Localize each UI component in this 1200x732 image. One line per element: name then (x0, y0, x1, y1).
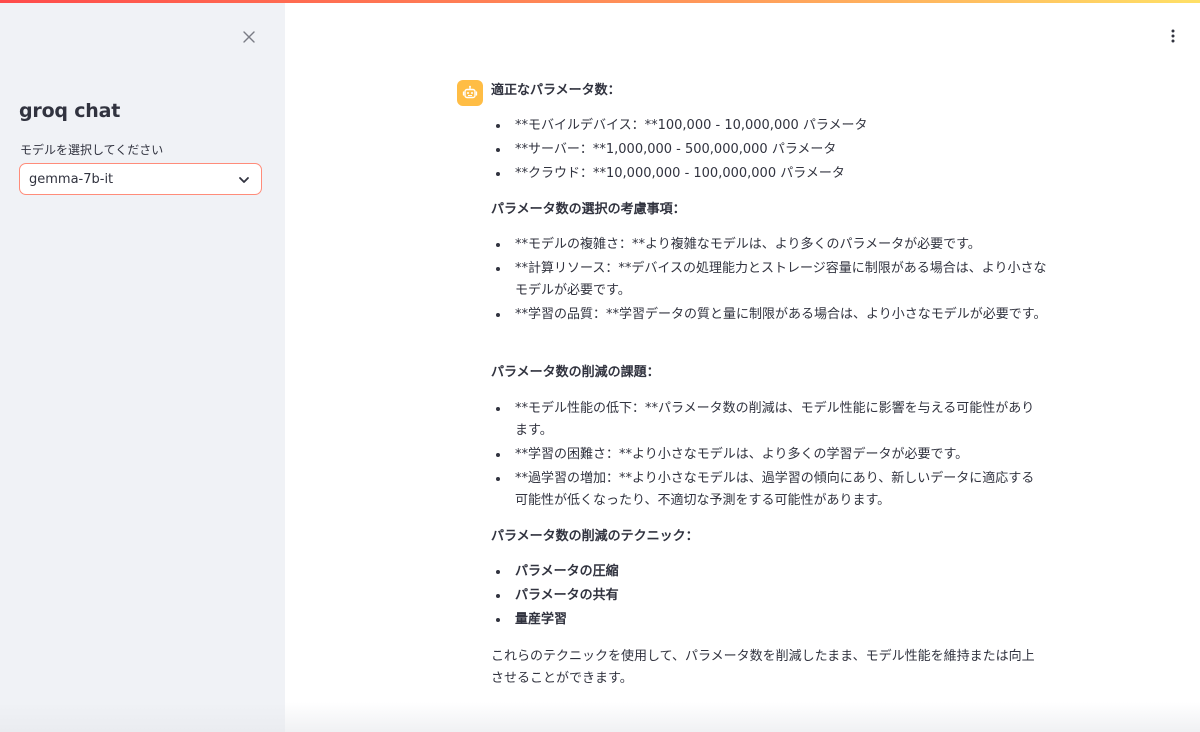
model-select[interactable]: gemma-7b-it (19, 163, 262, 195)
model-select-value: gemma-7b-it (29, 171, 114, 187)
top-accent-bar (0, 0, 1200, 3)
section-heading: パラメータ数の削減の課題： (491, 365, 660, 380)
section-list: **モデルの複雑さ：**より複雑なモデルは、より多くのパラメータが必要です。 *… (491, 234, 1047, 328)
close-icon (243, 31, 255, 43)
list-item: **学習の困難さ：**より小さなモデルは、より多くの学習データが必要です。 (491, 444, 1047, 466)
app-title: groq chat (19, 100, 121, 122)
list-item: **クラウド：**10,000,000 - 100,000,000 パラメータ (491, 163, 1047, 185)
list-item: 量産学習 (491, 609, 1047, 631)
sidebar: groq chat モデルを選択してください gemma-7b-it (0, 0, 285, 732)
kebab-menu-icon (1171, 29, 1175, 43)
close-sidebar-button[interactable] (238, 26, 260, 48)
section-heading: パラメータ数の削減のテクニック： (491, 529, 699, 544)
section-heading: パラメータ数の選択の考慮事項： (491, 202, 686, 217)
list-item: パラメータの共有 (491, 585, 1047, 607)
section-list: パラメータの圧縮 パラメータの共有 量産学習 (491, 561, 1047, 633)
section-list: **モデル性能の低下：**パラメータ数の削減は、モデル性能に影響を与える可能性が… (491, 398, 1047, 514)
section-heading: 適正なパラメータ数： (491, 83, 621, 98)
chevron-down-icon (239, 177, 249, 183)
list-item: パラメータの圧縮 (491, 561, 1047, 583)
list-item: **モデル性能の低下：**パラメータ数の削減は、モデル性能に影響を与える可能性が… (491, 398, 1047, 442)
main-menu-button[interactable] (1163, 26, 1183, 46)
list-item: **計算リソース：**デバイスの処理能力とストレージ容量に制限がある場合は、より… (491, 258, 1047, 302)
model-select-label: モデルを選択してください (20, 143, 164, 157)
list-item: **学習の品質：**学習データの質と量に制限がある場合は、より小さなモデルが必要… (491, 304, 1047, 326)
assistant-avatar (457, 80, 483, 106)
list-item: **過学習の増加：**より小さなモデルは、過学習の傾向にあり、新しいデータに適応… (491, 468, 1047, 512)
list-item: **サーバー：**1,000,000 - 500,000,000 パラメータ (491, 139, 1047, 161)
section-list: **モバイルデバイス：**100,000 - 10,000,000 パラメータ … (491, 115, 1047, 187)
closing-paragraph: これらのテクニックを使用して、パラメータ数を削減したまま、モデル性能を維持または… (491, 649, 1035, 686)
list-item: **モデルの複雑さ：**より複雑なモデルは、より多くのパラメータが必要です。 (491, 234, 1047, 256)
robot-icon (462, 85, 478, 99)
list-item: **モバイルデバイス：**100,000 - 10,000,000 パラメータ (491, 115, 1047, 137)
